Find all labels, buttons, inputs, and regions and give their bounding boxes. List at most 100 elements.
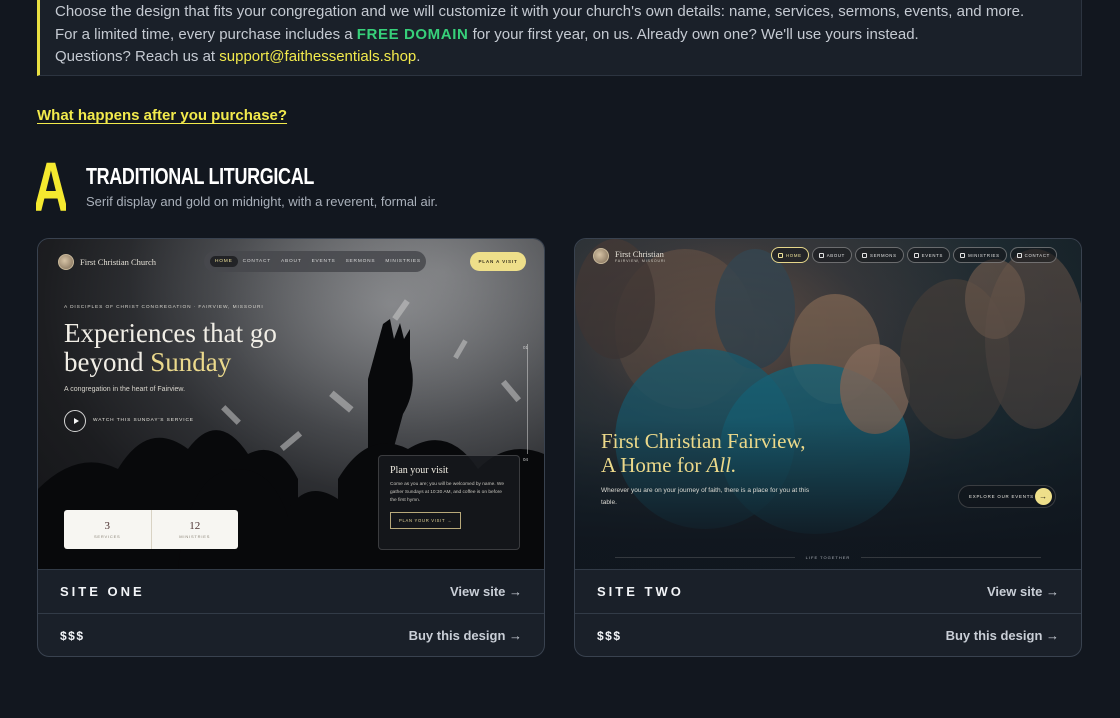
preview-logo: First Christian FAIRVIEW, MISSOURI	[593, 248, 666, 264]
preview-overlay	[575, 239, 1081, 569]
stat-label: SERVICES	[93, 534, 121, 539]
visit-button: PLAN YOUR VISIT →	[390, 512, 461, 529]
preview-watch-label: WATCH THIS SUNDAY'S SERVICE	[93, 418, 194, 423]
site-one-preview[interactable]: First Christian Church HOME CONTACT ABOU…	[38, 239, 544, 569]
stat-value: 3	[104, 520, 111, 532]
calendar-icon	[913, 252, 919, 258]
notice-text: for your first year, on us. Already own …	[468, 25, 919, 43]
preview-logo-text: First Christian Church	[80, 257, 157, 267]
preview-nav-home: HOME	[771, 247, 809, 263]
church-icon	[818, 252, 824, 258]
after-purchase-link[interactable]: What happens after you purchase?	[37, 107, 287, 124]
logo-stack: First Christian FAIRVIEW, MISSOURI	[615, 249, 666, 263]
hero-text: A Home for	[601, 453, 707, 477]
preview-visit-card: Plan your visit Come as you are; you wil…	[378, 455, 520, 550]
visit-text: Come as you are; you will be welcomed by…	[390, 482, 505, 503]
church-logo-icon	[593, 248, 609, 264]
section-title: TRADITIONAL LITURGICAL	[86, 163, 315, 189]
notice-text: Questions? Reach us at	[55, 48, 220, 65]
nav-label: HOME	[786, 252, 802, 258]
hero-line-2: beyond Sunday	[64, 348, 277, 377]
preview-explore-button: EXPLORE OUR EVENTS →	[958, 485, 1056, 508]
free-domain-highlight: FREE DOMAIN	[356, 25, 469, 43]
preview-nav: HOME CONTACT ABOUT EVENTS SERMONS MINIST…	[204, 251, 426, 272]
hero-text: beyond	[64, 347, 151, 377]
hero-line-1: First Christian Fairview,	[601, 429, 806, 453]
nav-label: ABOUT	[826, 252, 846, 258]
info-notice: Choose the design that fits your congreg…	[37, 0, 1082, 76]
buy-design-link[interactable]: Buy this design →	[409, 628, 522, 643]
card-name-row: SITE ONE View site →	[38, 569, 544, 613]
play-triangle	[73, 418, 79, 424]
notice-text: .	[416, 48, 421, 65]
nav-label: MINISTRIES	[968, 252, 1000, 258]
stat-ministries: 12 MINISTRIES	[150, 510, 239, 549]
preview-nav-ministries: MINISTRIES	[953, 247, 1007, 263]
scroll-index-bottom: 04	[523, 457, 529, 462]
site-name: SITE TWO	[597, 584, 684, 599]
preview-nav-ministries: MINISTRIES	[385, 259, 421, 264]
hero-italic-word: All.	[706, 453, 737, 477]
nav-label: CONTACT	[1024, 252, 1051, 258]
notice-text: For a limited time, every purchase inclu…	[55, 25, 357, 43]
notice-line-2: For a limited time, every purchase inclu…	[55, 24, 1081, 47]
hero-gold-word: Sunday	[150, 347, 232, 377]
arrow-right-icon: →	[1035, 488, 1052, 505]
price-tier: $$$	[60, 628, 85, 643]
explore-label: EXPLORE OUR EVENTS	[969, 494, 1034, 499]
preview-logo: First Christian Church	[58, 254, 156, 270]
preview-plan-visit-button: PLAN A VISIT	[470, 252, 526, 271]
preview-subline: A congregation in the heart of Fairview.	[64, 386, 186, 393]
design-card-site-two: First Christian FAIRVIEW, MISSOURI HOME …	[574, 238, 1082, 657]
preview-stats-card: 3 SERVICES 12 MINISTRIES	[64, 510, 238, 549]
card-price-row: $$$ Buy this design →	[38, 613, 544, 656]
sermon-icon	[862, 252, 868, 258]
site-name: SITE ONE	[60, 584, 145, 599]
scroll-indicator	[527, 344, 528, 454]
preview-nav-contact: CONTACT	[242, 259, 272, 264]
notice-line-3: Questions? Reach us at support@faithesse…	[55, 46, 1081, 69]
church-logo-icon	[58, 254, 74, 270]
view-site-link[interactable]: View site →	[450, 584, 522, 599]
preview-nav: HOME ABOUT SERMONS EVENTS MINISTRIES CON…	[771, 247, 1058, 263]
preview-eyebrow: A DISCIPLES OF CHRIST CONGREGATION · FAI…	[64, 305, 264, 310]
preview-nav-about: ABOUT	[281, 259, 302, 264]
support-email-link[interactable]: support@faithessentials.shop	[219, 48, 416, 65]
design-card-site-one: First Christian Church HOME CONTACT ABOU…	[37, 238, 545, 657]
buy-design-link[interactable]: Buy this design →	[946, 628, 1059, 643]
mail-icon	[1016, 252, 1022, 258]
visit-title: Plan your visit	[390, 465, 449, 476]
preview-nav-events: EVENTS	[906, 247, 951, 263]
preview-logo-text: First Christian	[615, 249, 664, 259]
preview-hero-heading: Experiences that go beyond Sunday	[64, 319, 277, 377]
hero-line-1: Experiences that go	[64, 318, 277, 348]
preview-logo-sub: FAIRVIEW, MISSOURI	[615, 259, 667, 263]
home-icon	[778, 252, 783, 258]
svg-text:A: A	[36, 158, 66, 214]
section-subtitle: Serif display and gold on midnight, with…	[86, 194, 438, 209]
nav-label: EVENTS	[921, 252, 944, 258]
preview-nav-sermons: SERMONS	[855, 247, 904, 263]
view-site-link[interactable]: View site →	[987, 584, 1059, 599]
preview-hero-heading: First Christian Fairview, A Home for All…	[601, 429, 806, 477]
stat-services: 3 SERVICES	[64, 510, 151, 549]
stat-label: MINISTRIES	[179, 534, 211, 539]
nav-label: SERMONS	[870, 252, 897, 258]
price-tier: $$$	[597, 628, 622, 643]
hero-line-2: A Home for All.	[601, 453, 806, 477]
preview-nav-sermons: SERMONS	[345, 259, 376, 264]
notice-line-1: Choose the design that fits your congreg…	[55, 3, 1025, 20]
preview-nav-home: HOME	[210, 256, 238, 267]
divider	[861, 557, 1041, 558]
card-name-row: SITE TWO View site →	[575, 569, 1081, 613]
preview-nav-about: ABOUT	[811, 247, 853, 263]
ministries-icon	[960, 252, 966, 258]
preview-subline: Wherever you are on your journey of fait…	[601, 487, 810, 506]
stat-value: 12	[189, 520, 201, 532]
card-price-row: $$$ Buy this design →	[575, 613, 1081, 656]
section-letter: A	[36, 158, 66, 214]
preview-nav-events: EVENTS	[311, 259, 336, 264]
site-two-preview[interactable]: First Christian FAIRVIEW, MISSOURI HOME …	[575, 239, 1081, 569]
preview-nav-contact: CONTACT	[1009, 247, 1058, 263]
play-icon	[64, 410, 86, 432]
